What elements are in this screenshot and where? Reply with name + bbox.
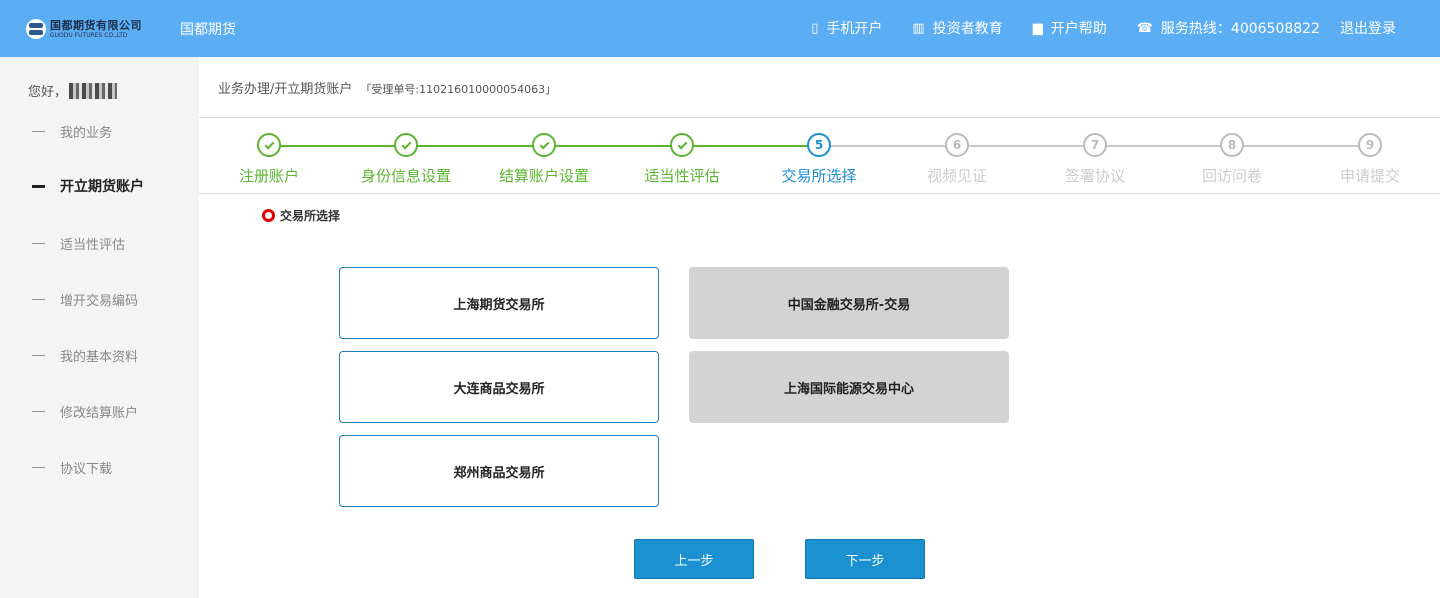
logo-cn-text: 国都期货有限公司 xyxy=(50,18,142,32)
nav-open-help[interactable]: ▆ 开户帮助 xyxy=(1033,18,1107,38)
nav-label: 服务热线：4006508822 xyxy=(1160,21,1320,37)
dash-icon xyxy=(32,299,45,300)
step-number: 6 xyxy=(945,133,969,157)
sidebar: 您好， 我的业务 开立期货账户 适当性评估 增开交易编码 我的基本资料 修改结算… xyxy=(0,57,199,598)
logo-mark-icon xyxy=(26,19,46,39)
dash-icon xyxy=(32,467,45,468)
dash-icon xyxy=(32,131,45,132)
sidebar-item-basic-info[interactable]: 我的基本资料 xyxy=(32,346,138,365)
breadcrumb: 业务办理/开立期货账户 「受理单号:110216010000054063」 xyxy=(218,78,556,97)
top-header: 国都期货有限公司 GUODU FUTURES CO.,LTD 国都期货 ▯ 手机… xyxy=(0,0,1440,57)
step-suitability: 适当性评估 xyxy=(612,133,752,186)
radio-bullet-icon xyxy=(262,209,275,222)
nav-label: 投资者教育 xyxy=(932,21,1003,37)
sidebar-item-settlement-account[interactable]: 修改结算账户 xyxy=(32,402,138,421)
step-settlement: 结算账户设置 xyxy=(474,133,614,186)
exchange-ine[interactable]: 上海国际能源交易中心 xyxy=(689,351,1009,423)
sidebar-item-my-business[interactable]: 我的业务 xyxy=(32,122,112,141)
nav-investor-education[interactable]: ▥ 投资者教育 xyxy=(912,18,1002,38)
sidebar-item-add-trade-code[interactable]: 增开交易编码 xyxy=(32,290,138,309)
header-nav: ▯ 手机开户 ▥ 投资者教育 ▆ 开户帮助 ☎ 服务热线：4006508822 … xyxy=(811,18,1396,38)
nav-service-hotline: ☎ 服务热线：4006508822 xyxy=(1137,18,1320,38)
telephone-icon: ☎ xyxy=(1136,20,1153,36)
step-number: 5 xyxy=(807,133,831,157)
check-icon xyxy=(394,133,418,157)
step-number: 9 xyxy=(1358,133,1382,157)
books-icon: ▥ xyxy=(912,20,925,36)
logo-en-text: GUODU FUTURES CO.,LTD xyxy=(50,31,128,39)
logout-link[interactable]: 退出登录 xyxy=(1340,18,1396,38)
step-video: 6 视频见证 xyxy=(887,133,1027,186)
dash-icon xyxy=(32,243,45,244)
blurred-username xyxy=(69,82,118,99)
step-number: 8 xyxy=(1220,133,1244,157)
dash-icon xyxy=(32,411,45,412)
step-register: 注册账户 xyxy=(199,133,339,186)
nav-label: 开户帮助 xyxy=(1050,21,1107,37)
exchange-cffex[interactable]: 中国金融交易所-交易 xyxy=(689,267,1009,339)
step-questionnaire: 8 回访问卷 xyxy=(1162,133,1302,186)
step-sign: 7 签署协议 xyxy=(1025,133,1165,186)
nav-mobile-open[interactable]: ▯ 手机开户 xyxy=(811,18,882,38)
nav-label: 手机开户 xyxy=(826,21,883,37)
check-icon xyxy=(532,133,556,157)
exchange-dce[interactable]: 大连商品交易所 xyxy=(339,351,659,423)
sidebar-item-agreement-download[interactable]: 协议下载 xyxy=(32,458,112,477)
breadcrumb-path: 业务办理/开立期货账户 xyxy=(218,82,353,97)
sidebar-item-open-account[interactable]: 开立期货账户 xyxy=(32,176,144,196)
check-icon xyxy=(257,133,281,157)
progress-steps: 注册账户 身份信息设置 结算账户设置 适当性评估 5 交易所选择 6 视频见证 … xyxy=(199,117,1440,194)
user-greeting: 您好， xyxy=(28,81,118,100)
company-logo[interactable]: 国都期货有限公司 GUODU FUTURES CO.,LTD xyxy=(26,14,144,44)
prev-step-button[interactable]: 上一步 xyxy=(634,539,754,579)
check-icon xyxy=(670,133,694,157)
section-title: 交易所选择 xyxy=(262,207,340,224)
step-number: 7 xyxy=(1083,133,1107,157)
brand-name: 国都期货 xyxy=(180,22,236,38)
bookmark-icon: ▆ xyxy=(1032,20,1043,36)
step-identity: 身份信息设置 xyxy=(336,133,476,186)
next-step-button[interactable]: 下一步 xyxy=(805,539,925,579)
step-exchange-select: 5 交易所选择 xyxy=(749,133,889,186)
dash-icon xyxy=(32,184,45,188)
exchange-czce[interactable]: 郑州商品交易所 xyxy=(339,435,659,507)
dash-icon xyxy=(32,355,45,356)
order-number: 「受理单号:110216010000054063」 xyxy=(360,83,557,96)
step-submit: 9 申请提交 xyxy=(1300,133,1440,186)
sidebar-item-suitability[interactable]: 适当性评估 xyxy=(32,234,125,253)
mobile-phone-icon: ▯ xyxy=(811,20,819,36)
exchange-shfe[interactable]: 上海期货交易所 xyxy=(339,267,659,339)
